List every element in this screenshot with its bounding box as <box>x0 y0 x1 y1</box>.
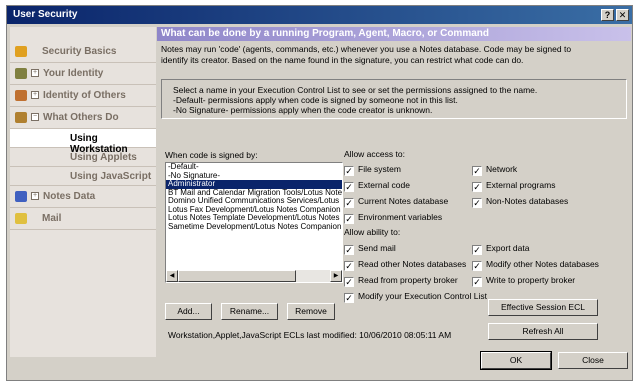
send-mail-checkbox[interactable]: ✓ Send mail <box>344 243 396 255</box>
section-header: What can be done by a running Program, A… <box>157 27 631 41</box>
sidebar-item-what-others-do[interactable]: − What Others Do <box>10 107 156 129</box>
external-code-checkbox[interactable]: ✓ External code <box>344 180 410 192</box>
close-button[interactable]: Close <box>558 352 628 369</box>
check-icon: ✓ <box>344 182 354 192</box>
scroll-left-icon[interactable]: ◀ <box>166 270 178 282</box>
check-icon: ✓ <box>344 198 354 208</box>
sidebar-item-mail[interactable]: Mail <box>10 208 156 230</box>
last-modified-text: Workstation,Applet,JavaScript ECLs last … <box>168 330 452 340</box>
sidebar-item-notes-data[interactable]: + Notes Data <box>10 186 156 208</box>
sidebar-nav: Security Basics + Your Identity + Identi… <box>10 27 156 357</box>
id-card-icon <box>15 68 27 79</box>
sidebar-item-using-javascript[interactable]: Using JavaScript <box>10 167 156 186</box>
check-icon: ✓ <box>472 277 482 287</box>
signed-by-label: When code is signed by: <box>165 150 258 160</box>
horizontal-scrollbar[interactable]: ◀ ▶ <box>166 270 342 282</box>
external-programs-checkbox[interactable]: ✓ External programs <box>472 180 555 192</box>
remove-button[interactable]: Remove <box>287 303 335 320</box>
people-icon <box>15 90 27 101</box>
database-icon <box>15 191 27 202</box>
window-title: User Security <box>13 9 78 20</box>
check-icon: ✓ <box>344 293 354 303</box>
sidebar-item-label: Using JavaScript <box>70 171 152 182</box>
sidebar-item-label: Your Identity <box>43 68 104 79</box>
key-icon <box>15 46 27 57</box>
info-box: Select a name in your Execution Control … <box>161 79 627 119</box>
collapse-icon[interactable]: − <box>31 113 39 121</box>
add-button[interactable]: Add... <box>165 303 212 320</box>
allow-ability-label: Allow ability to: <box>344 227 401 237</box>
allow-access-label: Allow access to: <box>344 149 405 159</box>
read-other-notes-databases-checkbox[interactable]: ✓ Read other Notes databases <box>344 259 466 271</box>
network-checkbox[interactable]: ✓ Network <box>472 164 517 176</box>
people-gear-icon <box>15 112 27 123</box>
signer-list[interactable]: -Default- -No Signature- Administrator B… <box>165 162 343 283</box>
modify-ecl-checkbox[interactable]: ✓ Modify your Execution Control List <box>344 291 487 303</box>
scroll-thumb[interactable] <box>178 270 296 282</box>
check-icon: ✓ <box>472 245 482 255</box>
user-security-dialog: User Security ? ✕ Security Basics + Your… <box>6 5 633 381</box>
sidebar-item-label: What Others Do <box>43 112 119 123</box>
sidebar-item-label: Identity of Others <box>43 90 126 101</box>
description: Notes may run 'code' (agents, commands, … <box>161 44 572 65</box>
check-icon: ✓ <box>344 166 354 176</box>
modify-other-notes-databases-checkbox[interactable]: ✓ Modify other Notes databases <box>472 259 599 271</box>
rename-button[interactable]: Rename... <box>221 303 278 320</box>
sidebar-item-label: Notes Data <box>43 191 96 202</box>
check-icon: ✓ <box>472 166 482 176</box>
sidebar-item-using-applets[interactable]: Using Applets <box>10 148 156 167</box>
help-button[interactable]: ? <box>601 9 614 21</box>
list-item[interactable]: Sametime Development/Lotus Notes Compani… <box>166 222 342 232</box>
expand-icon[interactable]: + <box>31 192 39 200</box>
sidebar-item-identity-of-others[interactable]: + Identity of Others <box>10 85 156 107</box>
sidebar-item-label: Using Applets <box>70 152 137 163</box>
current-notes-database-checkbox[interactable]: ✓ Current Notes database <box>344 196 448 208</box>
file-system-checkbox[interactable]: ✓ File system <box>344 164 401 176</box>
close-icon[interactable]: ✕ <box>616 9 629 21</box>
expand-icon[interactable]: + <box>31 69 39 77</box>
effective-session-ecl-button[interactable]: Effective Session ECL <box>488 299 598 316</box>
scroll-right-icon[interactable]: ▶ <box>330 270 342 282</box>
read-from-property-broker-checkbox[interactable]: ✓ Read from property broker <box>344 275 458 287</box>
check-icon: ✓ <box>472 198 482 208</box>
non-notes-databases-checkbox[interactable]: ✓ Non-Notes databases <box>472 196 568 208</box>
check-icon: ✓ <box>344 277 354 287</box>
check-icon: ✓ <box>344 261 354 271</box>
export-data-checkbox[interactable]: ✓ Export data <box>472 243 529 255</box>
ok-button[interactable]: OK <box>480 351 552 370</box>
refresh-all-button[interactable]: Refresh All <box>488 323 598 340</box>
sidebar-item-label: Mail <box>42 213 62 224</box>
mail-icon <box>15 213 27 224</box>
sidebar-item-using-workstation[interactable]: Using Workstation <box>10 129 156 155</box>
check-icon: ✓ <box>472 261 482 271</box>
check-icon: ✓ <box>344 214 354 224</box>
sidebar-item-your-identity[interactable]: + Your Identity <box>10 63 156 85</box>
sidebar-item-security-basics[interactable]: Security Basics <box>10 41 156 63</box>
write-to-property-broker-checkbox[interactable]: ✓ Write to property broker <box>472 275 575 287</box>
check-icon: ✓ <box>344 245 354 255</box>
main-panel: What can be done by a running Program, A… <box>157 27 631 352</box>
title-bar: User Security ? ✕ <box>7 6 632 24</box>
check-icon: ✓ <box>472 182 482 192</box>
expand-icon[interactable]: + <box>31 91 39 99</box>
environment-variables-checkbox[interactable]: ✓ Environment variables <box>344 212 442 224</box>
sidebar-item-label: Security Basics <box>42 46 117 57</box>
